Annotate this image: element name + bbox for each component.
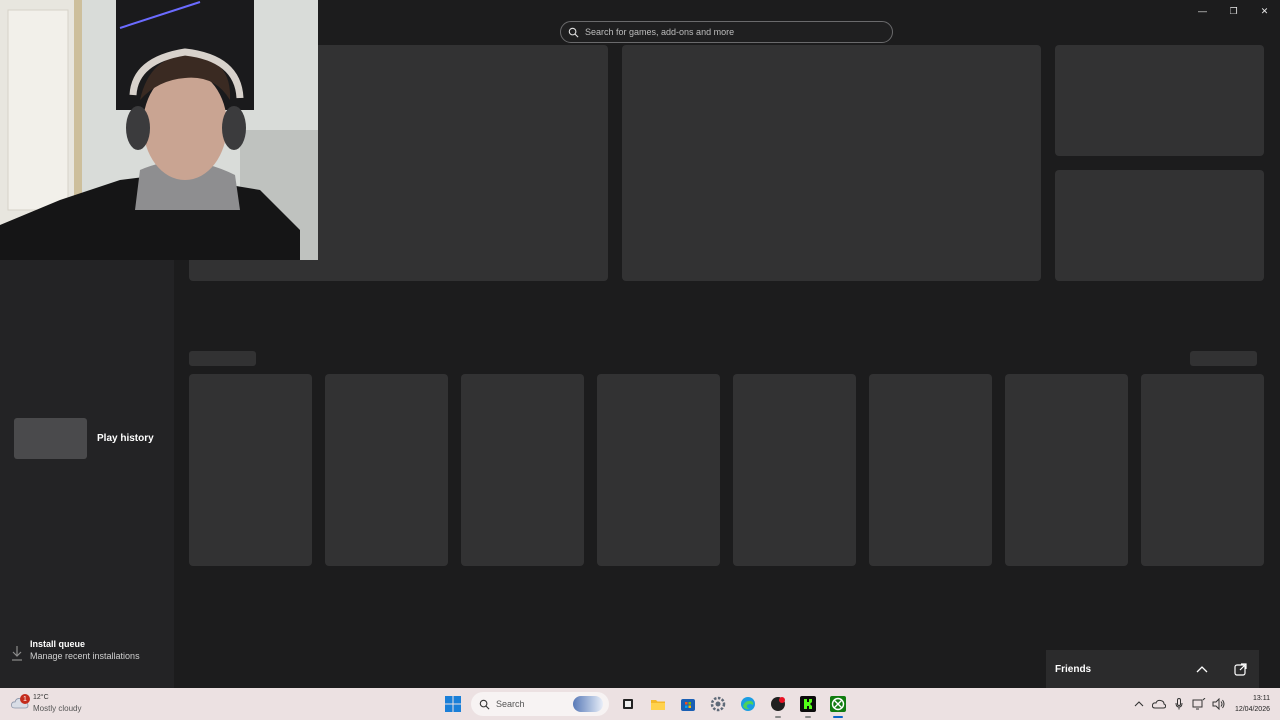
taskbar-pinned-apps: Search: [438, 692, 853, 718]
file-explorer-icon[interactable]: [646, 692, 670, 716]
download-icon: [12, 646, 22, 661]
cloud-icon: 1: [10, 694, 30, 711]
window-controls: — ❐ ✕: [1187, 0, 1280, 22]
section-title-placeholder: [189, 351, 256, 366]
taskbar-search[interactable]: Search: [471, 692, 609, 716]
game-tile[interactable]: [189, 374, 312, 566]
friends-label: Friends: [1055, 663, 1092, 675]
game-tile[interactable]: [461, 374, 584, 566]
hero-tile-3[interactable]: [1055, 45, 1264, 156]
search-icon: [479, 699, 490, 709]
chevron-up-icon[interactable]: [1183, 650, 1221, 688]
webcam-overlay: [0, 0, 318, 260]
network-icon[interactable]: [1189, 694, 1209, 714]
minimize-button[interactable]: —: [1187, 0, 1218, 22]
see-all-placeholder[interactable]: [1190, 351, 1257, 366]
play-history-label: Play history: [97, 433, 154, 444]
install-queue-subtitle: Manage recent installations: [30, 651, 140, 661]
search-icon: [568, 27, 579, 37]
search-input[interactable]: [585, 27, 875, 37]
game-tile[interactable]: [1005, 374, 1128, 566]
game-tile[interactable]: [325, 374, 448, 566]
search-highlight-icon: [573, 696, 603, 712]
chevron-up-icon[interactable]: [1129, 694, 1149, 714]
weather-temperature: 12°C: [33, 694, 49, 701]
webcam-feed-image: [0, 0, 318, 260]
windows-taskbar: 1 12°C Mostly cloudy Search 13:11 12/04/…: [0, 688, 1280, 720]
taskbar-search-label: Search: [496, 699, 525, 709]
hero-tile-2[interactable]: [622, 45, 1041, 281]
clock-time: 13:11: [1253, 695, 1270, 702]
restore-button[interactable]: ❐: [1218, 0, 1249, 22]
friends-panel[interactable]: Friends: [1046, 650, 1259, 688]
game-tile[interactable]: [597, 374, 720, 566]
microsoft-store-icon[interactable]: [676, 692, 700, 716]
system-clock[interactable]: 13:11 12/04/2026: [1235, 693, 1270, 715]
play-history-item[interactable]: Play history: [14, 418, 154, 459]
active-indicator: [833, 716, 843, 718]
weather-badge: 1: [20, 694, 30, 704]
settings-icon[interactable]: [706, 692, 730, 716]
play-history-thumbnail: [14, 418, 87, 459]
running-indicator: [805, 716, 811, 718]
task-view-icon[interactable]: [616, 692, 640, 716]
game-tile[interactable]: [733, 374, 856, 566]
install-queue-item[interactable]: Install queue Manage recent installation…: [10, 639, 140, 663]
app-icon[interactable]: [766, 692, 790, 718]
weather-widget[interactable]: 1 12°C Mostly cloudy: [10, 692, 81, 714]
microphone-icon[interactable]: [1169, 694, 1189, 714]
xbox-icon[interactable]: [826, 692, 850, 718]
system-tray: 13:11 12/04/2026: [1129, 692, 1270, 716]
onedrive-cloud-icon[interactable]: [1149, 694, 1169, 714]
running-indicator: [775, 716, 781, 718]
game-tile[interactable]: [869, 374, 992, 566]
start-icon[interactable]: [441, 692, 465, 716]
pop-out-icon[interactable]: [1221, 650, 1259, 688]
xbox-app-window: Play history Install queue Manage recent…: [0, 0, 1280, 688]
edge-icon[interactable]: [736, 692, 760, 716]
kick-icon[interactable]: [796, 692, 820, 718]
install-queue-title: Install queue: [30, 639, 86, 649]
volume-icon[interactable]: [1209, 694, 1229, 714]
game-tile[interactable]: [1141, 374, 1264, 566]
weather-condition: Mostly cloudy: [33, 704, 82, 713]
store-search-bar[interactable]: [560, 21, 893, 43]
close-button[interactable]: ✕: [1249, 0, 1280, 22]
hero-tile-4[interactable]: [1055, 170, 1264, 281]
clock-date: 12/04/2026: [1234, 706, 1270, 713]
